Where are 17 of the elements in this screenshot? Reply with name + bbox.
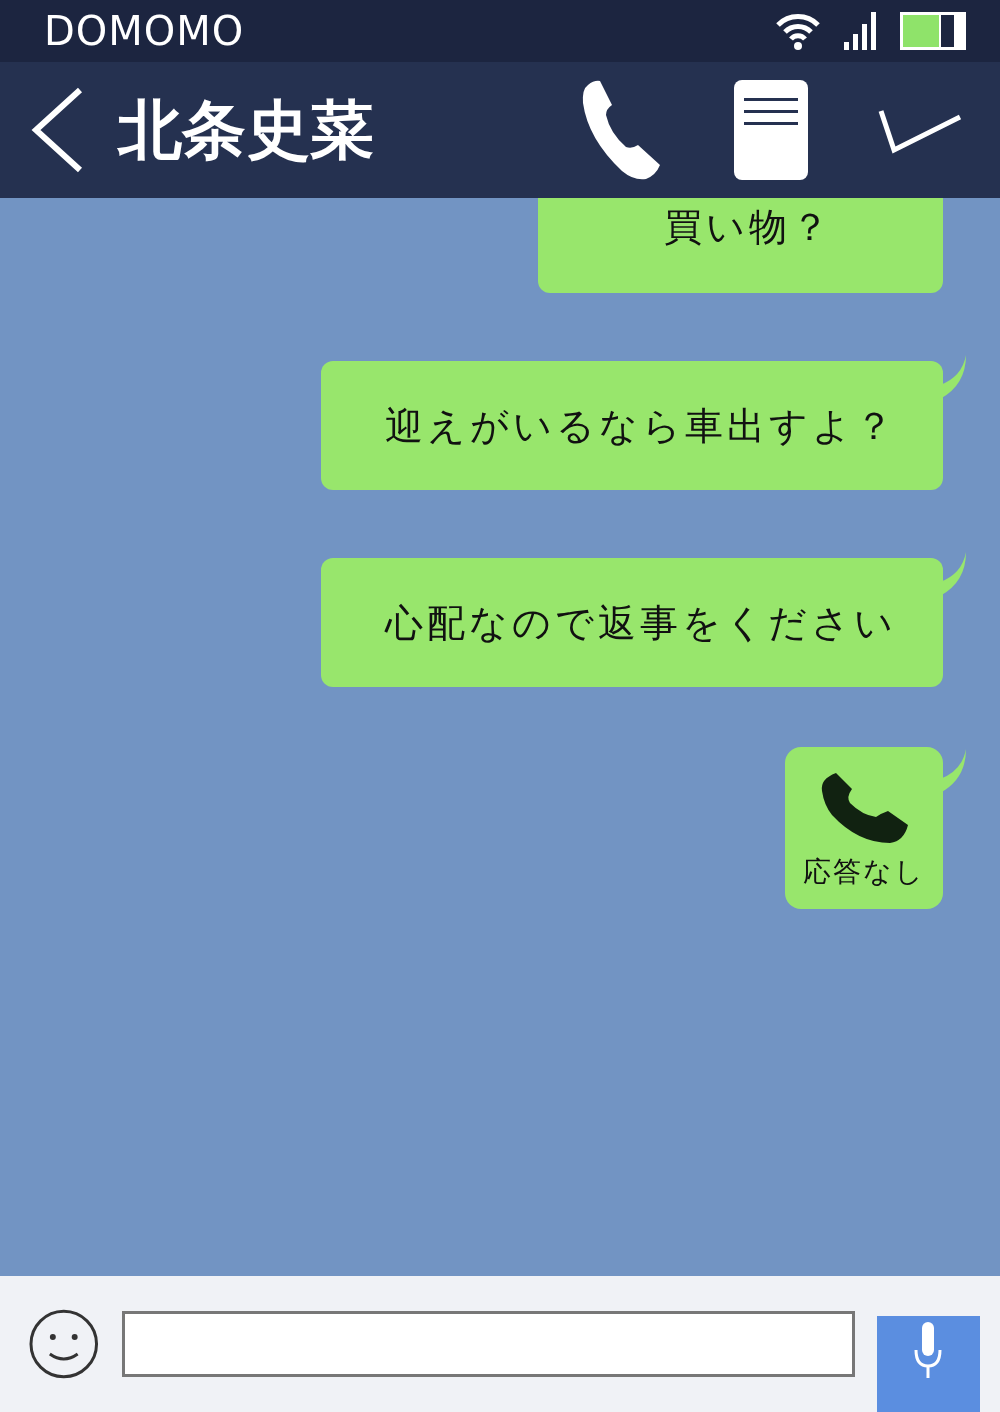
wifi-icon (774, 11, 822, 51)
battery-icon (900, 12, 966, 50)
call-bubble[interactable]: 応答なし (785, 747, 943, 909)
note-icon[interactable] (734, 80, 808, 180)
message-bubble: 買い物？ (538, 198, 943, 293)
message-bubble: 迎えがいるなら車出すよ？ (321, 361, 943, 490)
bubble-tail (940, 552, 968, 596)
smiley-icon[interactable] (28, 1308, 100, 1380)
contact-name: 北条史菜 (118, 91, 374, 169)
signal-icon (844, 12, 878, 50)
mic-button[interactable] (876, 1316, 980, 1412)
carrier-name: DOMOMO (44, 8, 245, 54)
message-field[interactable] (121, 1311, 855, 1377)
message-bubble: 心配なので返事をください (321, 558, 943, 687)
bubble-tail (940, 749, 968, 793)
microphone-icon (913, 1320, 944, 1380)
bubble-tail (940, 355, 968, 399)
